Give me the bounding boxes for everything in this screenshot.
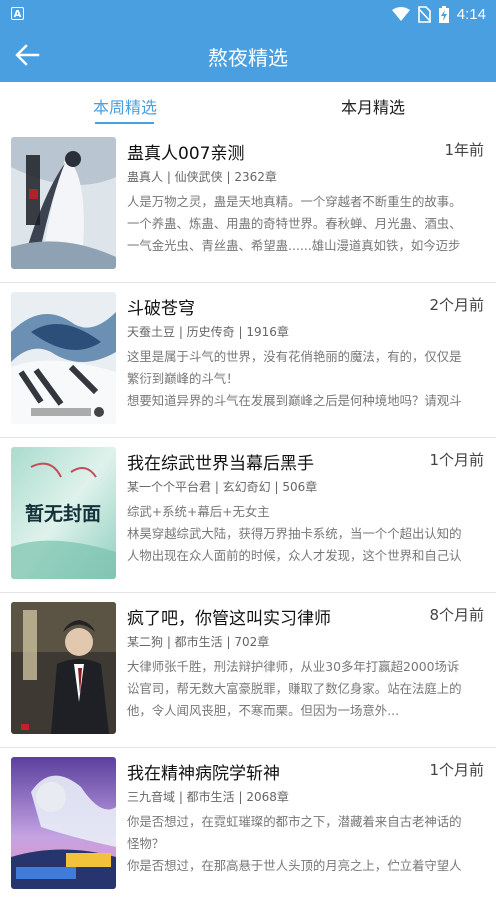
book-cover (11, 292, 116, 424)
tab-this-week[interactable]: 本周精选 (93, 94, 157, 118)
tab-bar: 本周精选 本月精选 (0, 82, 496, 128)
book-description-line: 一个养蛊、炼蛊、用蛊的奇特世界。春秋蝉、月光蛊、酒虫、 (127, 216, 462, 231)
book-description-line: 综武+系统+幕后+无女主 (127, 504, 270, 519)
status-time: 4:14 (456, 5, 486, 23)
book-description: 综武+系统+幕后+无女主 林昊穿越综武大陆，获得万界抽卡系统，当一个个超出认知的… (127, 501, 485, 567)
book-cover: 暂无封面 (11, 447, 116, 579)
book-item[interactable]: 疯了吧，你管这叫实习律师 8个月前 某二狗 | 都市生活 | 702章 大律师张… (0, 593, 496, 748)
no-sim-icon (417, 5, 431, 23)
book-item[interactable]: 暂无封面 我在综武世界当幕后黑手 1个月前 某一个个平台君 | 玄幻奇幻 | 5… (0, 438, 496, 593)
notification-a-icon: A (11, 7, 24, 20)
book-meta: 三九音域 | 都市生活 | 2068章 (127, 790, 289, 804)
page-title: 熬夜精选 (208, 46, 288, 70)
book-update-time: 1个月前 (429, 761, 484, 779)
book-description-line: 人物出现在众人面前的时候，众人才发现，这个世界和自己认 (127, 548, 462, 563)
book-meta: 蛊真人 | 仙侠武侠 | 2362章 (127, 170, 277, 184)
book-description: 这里是属于斗气的世界，没有花俏艳丽的魔法，有的，仅仅是 繁衍到巅峰的斗气！ 想要… (127, 346, 485, 412)
book-description-line: 大律师张千胜，刑法辩护律师，从业30多年打赢超2000场诉 (127, 659, 460, 674)
no-cover-text: 暂无封面 (25, 502, 101, 525)
book-item[interactable]: 斗破苍穹 2个月前 天蚕土豆 | 历史传奇 | 1916章 这里是属于斗气的世界… (0, 283, 496, 438)
book-description-line: 他，令人闻风丧胆，不寒而栗。但因为一场意外... (127, 703, 400, 718)
book-cover (11, 757, 116, 889)
book-description-line: 这里是属于斗气的世界，没有花俏艳丽的魔法，有的，仅仅是 (127, 349, 462, 364)
book-item[interactable]: 我在精神病院学斩神 1个月前 三九音域 | 都市生活 | 2068章 你是否想过… (0, 748, 496, 903)
book-description: 你是否想过，在霓虹璀璨的都市之下，潜藏着来自古老神话的 怪物？ 你是否想过，在那… (127, 811, 485, 877)
book-title: 我在精神病院学斩神 (127, 764, 280, 784)
book-update-time: 1年前 (444, 141, 484, 159)
book-description-line: 繁衍到巅峰的斗气！ (127, 371, 239, 386)
book-title: 疯了吧，你管这叫实习律师 (127, 609, 331, 629)
book-meta: 天蚕土豆 | 历史传奇 | 1916章 (127, 325, 289, 339)
book-update-time: 1个月前 (429, 451, 484, 469)
book-title: 我在综武世界当幕后黑手 (127, 454, 314, 474)
book-description: 大律师张千胜，刑法辩护律师，从业30多年打赢超2000场诉 讼官司，帮无数大富豪… (127, 656, 485, 722)
status-bar: A 4:14 (0, 0, 496, 28)
book-description-line: 你是否想过，在那高悬于世人头顶的月亮之上，伫立着守望人 (127, 858, 462, 873)
book-item[interactable]: 蛊真人007亲测 1年前 蛊真人 | 仙侠武侠 | 2362章 人是万物之灵，蛊… (0, 128, 496, 283)
book-update-time: 2个月前 (429, 296, 484, 314)
book-cover (11, 137, 116, 269)
book-meta: 某一个个平台君 | 玄幻奇幻 | 506章 (127, 480, 318, 494)
book-title: 蛊真人007亲测 (127, 144, 245, 164)
book-description-line: 一气金光虫、青丝蛊、希望蛊......雄山漫道真如铁，如今迈步 (127, 238, 461, 253)
wifi-icon (391, 6, 410, 21)
book-description: 人是万物之灵，蛊是天地真精。一个穿越者不断重生的故事。 一个养蛊、炼蛊、用蛊的奇… (127, 191, 485, 257)
book-description-line: 想要知道异界的斗气在发展到巅峰之后是何种境地吗？请观斗 (127, 393, 462, 408)
book-title: 斗破苍穹 (127, 299, 195, 319)
app-bar: 熬夜精选 (0, 28, 496, 82)
book-update-time: 8个月前 (429, 606, 484, 624)
book-description-line: 讼官司，帮无数大富豪脱罪，赚取了数亿身家。站在法庭上的 (127, 681, 462, 696)
book-description-line: 人是万物之灵，蛊是天地真精。一个穿越者不断重生的故事。 (127, 194, 462, 209)
book-cover (11, 602, 116, 734)
book-description-line: 怪物？ (127, 836, 165, 851)
book-description-line: 你是否想过，在霓虹璀璨的都市之下，潜藏着来自古老神话的 (127, 814, 462, 829)
tab-indicator (95, 122, 154, 124)
book-meta: 某二狗 | 都市生活 | 702章 (127, 635, 270, 649)
battery-charging-icon (438, 5, 449, 23)
book-description-line: 林昊穿越综武大陆，获得万界抽卡系统，当一个个超出认知的 (127, 526, 462, 541)
tab-this-month[interactable]: 本月精选 (341, 94, 405, 118)
